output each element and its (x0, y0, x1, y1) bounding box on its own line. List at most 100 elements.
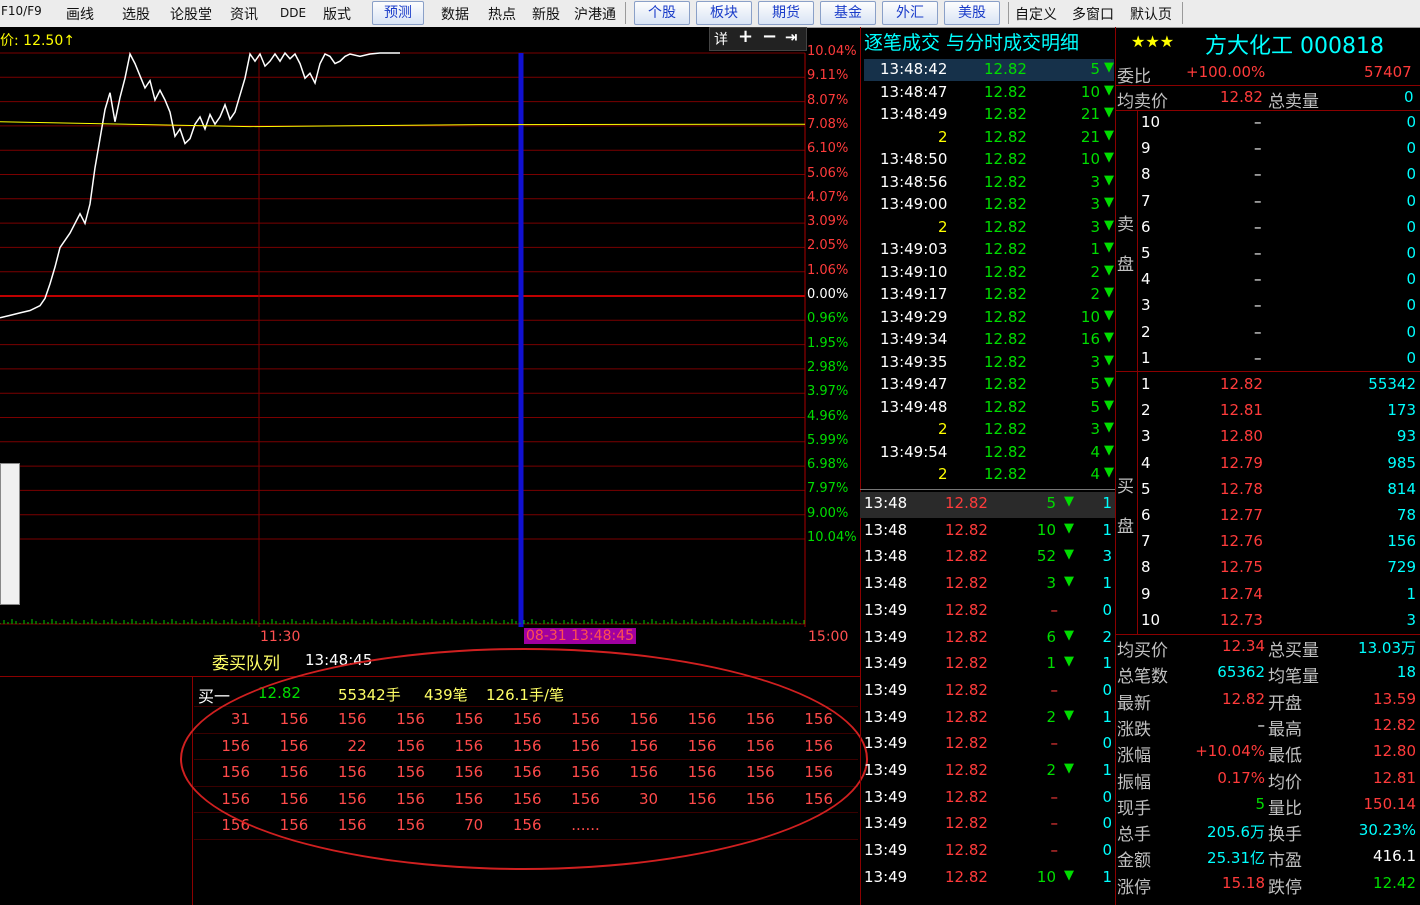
buy-level: 3 (1141, 427, 1151, 446)
minute-row[interactable]: 13:49 12.82 10 ▼ 1 (860, 868, 1116, 894)
minute-row[interactable]: 13:49 12.82 2 ▼ 1 (860, 708, 1116, 734)
stat-label: 现手 (1117, 798, 1151, 819)
stat-value: 65362 (1217, 663, 1265, 682)
toolbar-layout[interactable]: 版式 (323, 4, 351, 24)
trade-row[interactable]: 13:49:10 12.82 2 ▼ (862, 263, 1114, 285)
predict-button[interactable]: 预测 (372, 1, 424, 25)
toolbar-hk-connect[interactable]: 沪港通 (574, 4, 616, 24)
buy-volume: 173 (1387, 401, 1416, 420)
sell-volume: 0 (1406, 322, 1416, 341)
trade-row[interactable]: 13:48:42 12.82 5 ▼ (862, 60, 1114, 82)
trade-row[interactable]: 2 12.82 3 ▼ (862, 218, 1114, 240)
trade-time: 13:48:42 (880, 60, 948, 78)
buy-volume: 814 (1387, 479, 1416, 498)
trade-row[interactable]: 13:48:56 12.82 3 ▼ (862, 173, 1114, 195)
toolbar-stock-select[interactable]: 选股 (122, 4, 150, 24)
stat-label: 最高 (1268, 719, 1302, 740)
minute-price: 12.82 (945, 600, 988, 619)
minute-row[interactable]: 13:48 12.82 5 ▼ 1 (860, 494, 1116, 520)
minute-row[interactable]: 13:49 12.82 – 0 (860, 601, 1116, 627)
minute-volume: 2 (1046, 761, 1056, 779)
toolbar-custom[interactable]: 自定义 (1015, 4, 1057, 24)
minute-row[interactable]: 13:49 12.82 6 ▼ 2 (860, 628, 1116, 654)
stat-label: 均价 (1268, 772, 1302, 793)
toolbar-default-page[interactable]: 默认页 (1130, 4, 1172, 24)
toolbar-hot[interactable]: 热点 (488, 4, 516, 24)
toolbar-new-stock[interactable]: 新股 (532, 4, 560, 24)
toolbar-forum[interactable]: 论股堂 (170, 4, 212, 24)
trade-volume: 10 (1080, 150, 1100, 168)
detail-button[interactable]: 详 (714, 29, 728, 49)
trade-row[interactable]: 13:49:47 12.82 5 ▼ (862, 375, 1114, 397)
divider (860, 489, 1116, 490)
minute-row[interactable]: 13:49 12.82 – 0 (860, 814, 1116, 840)
toolbar-news[interactable]: 资讯 (230, 4, 258, 24)
trade-time: 13:49:48 (880, 397, 948, 416)
minute-price: 12.82 (945, 707, 988, 726)
trade-row[interactable]: 13:48:47 12.82 10 ▼ (862, 83, 1114, 105)
stat-label: 总笔数 (1117, 667, 1168, 688)
trade-time: 13:48:49 (880, 105, 948, 123)
zoom-out-icon[interactable]: − (762, 26, 777, 47)
chart-canvas[interactable] (0, 27, 860, 647)
trade-row[interactable]: 13:49:00 12.82 3 ▼ (862, 195, 1114, 217)
down-arrow-icon: ▼ (1104, 420, 1114, 435)
intraday-chart[interactable]: 价: 12.50↑ 详 + − ⇥ 10.04% 9.11% 8.07% 7.08% 6… (0, 26, 860, 647)
trade-row[interactable]: 2 12.82 4 ▼ (862, 465, 1114, 487)
zoom-in-icon[interactable]: + (738, 26, 753, 47)
minute-count: 0 (1102, 787, 1112, 806)
tab-fund[interactable]: 基金 (820, 1, 876, 25)
minute-volume: 10 (1036, 867, 1056, 886)
toolbar-f10[interactable]: F10/F9 (1, 4, 42, 18)
trade-row[interactable]: 13:49:34 12.82 16 ▼ (862, 330, 1114, 352)
y-tick-label: 1.95% (807, 335, 849, 351)
y-tick-label: 6.98% (807, 457, 849, 473)
tab-stock[interactable]: 个股 (634, 1, 690, 25)
minute-row[interactable]: 13:49 12.82 – 0 (860, 841, 1116, 867)
go-end-icon[interactable]: ⇥ (785, 28, 798, 46)
toolbar-multi-window[interactable]: 多窗口 (1072, 4, 1114, 24)
stat-value: 12.82 (1373, 715, 1416, 734)
trade-row[interactable]: 13:49:03 12.82 1 ▼ (862, 240, 1114, 262)
buy-level: 5 (1141, 479, 1151, 498)
minute-row[interactable]: 13:48 12.82 3 ▼ 1 (860, 574, 1116, 600)
side-widget[interactable] (0, 463, 20, 605)
trade-row[interactable]: 13:48:50 12.82 10 ▼ (862, 150, 1114, 172)
trade-price: 12.82 (984, 420, 1027, 438)
minute-row[interactable]: 13:49 12.82 – 0 (860, 788, 1116, 814)
tab-sector[interactable]: 板块 (696, 1, 752, 25)
trade-time: 13:48:47 (880, 82, 948, 101)
minute-row[interactable]: 13:49 12.82 – 0 (860, 681, 1116, 707)
tab-forex[interactable]: 外汇 (882, 1, 938, 25)
trade-row[interactable]: 13:49:54 12.82 4 ▼ (862, 443, 1114, 465)
minute-count: 0 (1102, 600, 1112, 619)
down-arrow-icon: ▼ (1064, 627, 1074, 643)
trade-row[interactable]: 13:49:29 12.82 10 ▼ (862, 308, 1114, 330)
minute-row[interactable]: 13:48 12.82 52 ▼ 3 (860, 547, 1116, 573)
minute-row[interactable]: 13:49 12.82 2 ▼ 1 (860, 761, 1116, 787)
toolbar-draw-line[interactable]: 画线 (66, 4, 94, 24)
toolbar-data[interactable]: 数据 (441, 4, 469, 24)
trade-row[interactable]: 13:49:17 12.82 2 ▼ (862, 285, 1114, 307)
minute-row[interactable]: 13:48 12.82 10 ▼ 1 (860, 521, 1116, 547)
divider (1115, 85, 1420, 86)
stat-label: 振幅 (1117, 772, 1151, 793)
stat-value: 5 (1255, 794, 1265, 813)
minute-count: 0 (1102, 734, 1112, 753)
minute-row[interactable]: 13:49 12.82 1 ▼ 1 (860, 654, 1116, 680)
y-tick-label: 10.04% (807, 44, 857, 59)
tab-us-stock[interactable]: 美股 (944, 1, 1000, 25)
trade-row[interactable]: 13:49:35 12.82 3 ▼ (862, 353, 1114, 375)
trade-row[interactable]: 13:48:49 12.82 21 ▼ (862, 105, 1114, 127)
trade-row[interactable]: 2 12.82 21 ▼ (862, 128, 1114, 150)
y-tick-label: 4.07% (807, 189, 849, 205)
trade-row[interactable]: 13:49:48 12.82 5 ▼ (862, 398, 1114, 420)
trade-price: 12.82 (984, 375, 1027, 393)
sell-price: – (1254, 296, 1262, 315)
tab-futures[interactable]: 期货 (758, 1, 814, 25)
sell-level: 9 (1141, 139, 1151, 158)
toolbar-dde[interactable]: DDE (280, 6, 306, 20)
minute-count: 0 (1102, 841, 1112, 860)
minute-row[interactable]: 13:49 12.82 – 0 (860, 734, 1116, 760)
trade-row[interactable]: 2 12.82 3 ▼ (862, 420, 1114, 442)
